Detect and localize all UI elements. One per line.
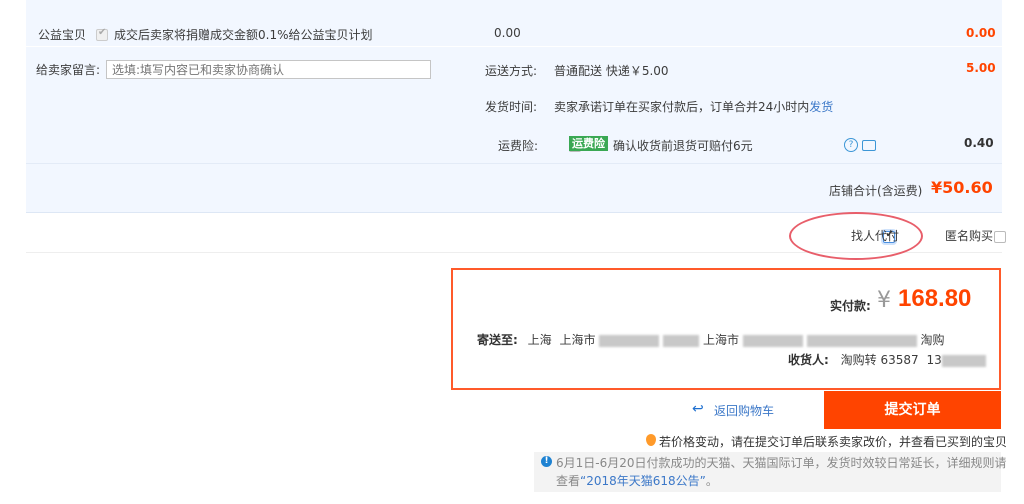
address-redacted	[806, 334, 917, 347]
shipping-total: 5.00	[966, 61, 996, 75]
address-redacted	[663, 334, 700, 347]
warning-icon	[646, 434, 656, 446]
proxy-pay-label[interactable]: 找人代付	[851, 227, 899, 244]
address-city-2: 上海市	[702, 333, 739, 347]
delivery-link[interactable]: 发货	[809, 100, 833, 114]
charity-amount: 0.00	[494, 26, 521, 40]
currency-symbol: ¥	[877, 288, 891, 313]
insurance-label: 运费险:	[498, 139, 539, 153]
seller-message-input[interactable]	[106, 60, 431, 79]
insurance-text: 确认收货前退货可赔付6元	[613, 139, 753, 153]
receiver-label: 收货人:	[788, 353, 829, 367]
anonymous-label[interactable]: 匿名购买	[945, 227, 993, 244]
promo-line-2-post: 。	[705, 474, 718, 488]
receiver-phone: 13	[926, 353, 942, 367]
submit-order-button[interactable]: 提交订单	[824, 391, 1001, 429]
promo-announcement-link[interactable]: “2018年天猫618公告”	[580, 474, 706, 488]
phone-redacted	[941, 354, 986, 367]
charity-total: 0.00	[966, 26, 996, 40]
message-label: 给卖家留言:	[36, 63, 101, 77]
ship-to-label: 寄送至:	[477, 333, 518, 347]
store-total-label: 店铺合计(含运费)	[829, 184, 923, 198]
back-to-cart-link[interactable]: 返回购物车	[714, 402, 774, 419]
anonymous-checkbox[interactable]	[994, 230, 1007, 243]
address-tail: 淘购	[920, 333, 945, 347]
pay-label: 实付款:	[830, 299, 871, 313]
receiver-line: 收货人: 淘购转 63587 13	[788, 351, 986, 368]
address-redacted	[599, 334, 660, 347]
address-province: 上海	[527, 333, 552, 347]
info-icon: !	[541, 456, 552, 467]
charity-text: 成交后卖家将捐赠成交金额0.1%给公益宝贝计划	[114, 28, 373, 42]
insurance-badge: 运费险	[569, 136, 608, 151]
row-divider	[26, 46, 1002, 47]
charity-label: 公益宝贝	[38, 28, 87, 42]
delivery-text-body: 卖家承诺订单在买家付款后，订单合并24小时内	[554, 100, 810, 114]
pay-amount: 168.80	[898, 285, 972, 312]
promo-line-1: 6月1日-6月20日付款成功的天猫、天猫国际订单，发货时效较日常延长，详细规则请	[556, 456, 1007, 470]
address-redacted	[742, 334, 803, 347]
shipping-label: 运送方式:	[485, 64, 538, 78]
ship-to-line: 寄送至: 上海 上海市 上海市 淘购	[477, 331, 992, 348]
receiver-name: 淘购转 63587	[840, 353, 919, 367]
row-divider	[26, 163, 1002, 164]
promo-line-2: 查看“2018年天猫618公告”。	[556, 472, 718, 489]
delivery-label: 发货时间:	[485, 100, 538, 114]
price-change-notice: 若价格变动，请在提交订单后联系卖家改价，并查看已买到的宝贝	[659, 435, 1008, 449]
insurance-amount: 0.40	[964, 136, 994, 150]
store-total-amount: ¥50.60	[931, 178, 993, 197]
address-city: 上海市	[559, 333, 596, 347]
help-icon[interactable]: ?	[844, 138, 858, 152]
shipping-method: 普通配送 快递￥5.00	[554, 64, 669, 78]
delivery-text: 卖家承诺订单在买家付款后，订单合并24小时内发货	[554, 98, 833, 115]
chat-icon[interactable]	[861, 140, 876, 151]
charity-checkbox	[96, 27, 108, 41]
promo-line-2-pre: 查看	[556, 474, 581, 488]
back-arrow-icon[interactable]: ↩	[692, 401, 704, 417]
